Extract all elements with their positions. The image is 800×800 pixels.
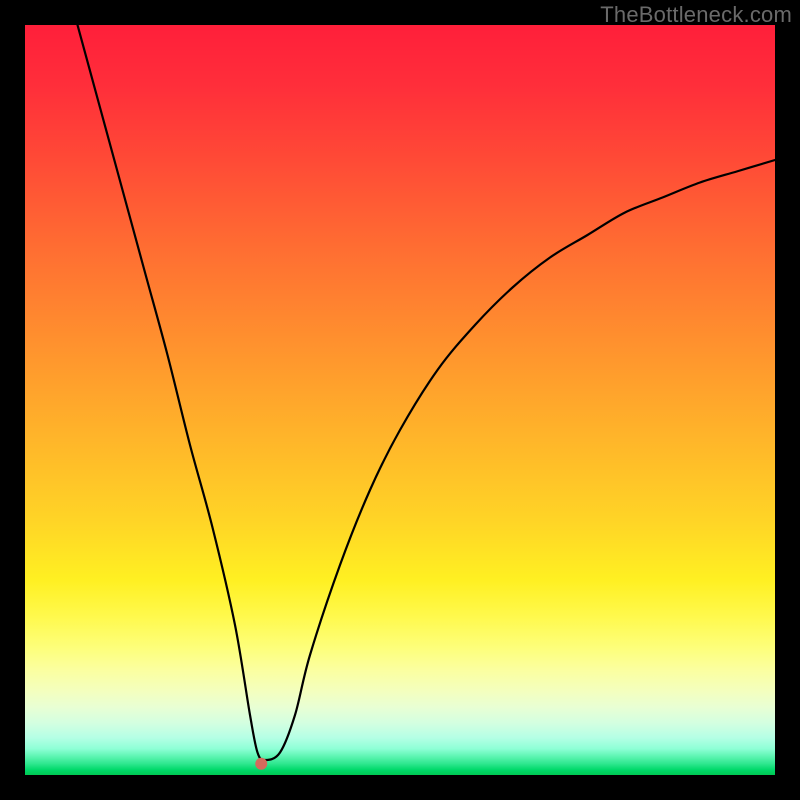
bottleneck-curve: [78, 25, 776, 760]
optimal-point-marker: [255, 758, 267, 770]
plot-area: [25, 25, 775, 775]
watermark-text: TheBottleneck.com: [600, 2, 792, 28]
curve-layer: [25, 25, 775, 775]
chart-frame: TheBottleneck.com: [0, 0, 800, 800]
